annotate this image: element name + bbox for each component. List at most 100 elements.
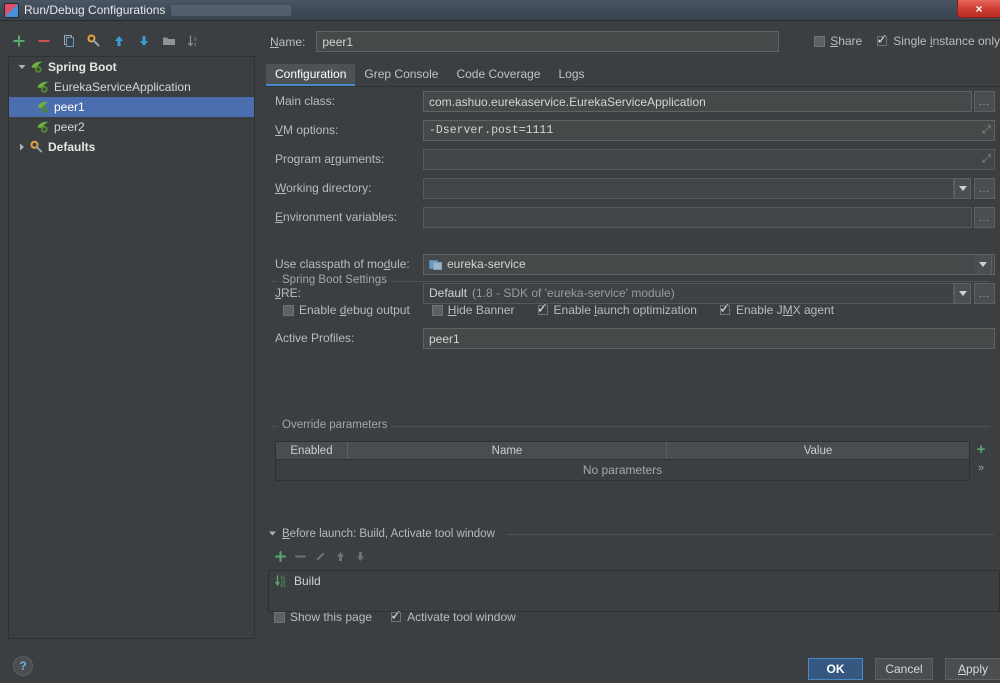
- vm-options-expand-icon[interactable]: ⤢: [982, 124, 994, 136]
- expand-toggle-icon[interactable]: [15, 60, 29, 74]
- checkbox-box: [431, 304, 443, 316]
- spring-boot-checkbox-group: Enable debug output Hide Banner ✓ Enable…: [283, 301, 835, 317]
- add-parameter-button[interactable]: +: [973, 441, 989, 458]
- enable-jmx-agent-checkbox[interactable]: ✓ Enable JMX agent: [719, 301, 835, 317]
- tree-node-peer1[interactable]: peer1: [9, 97, 254, 117]
- move-down-button[interactable]: [133, 31, 155, 51]
- jre-label: JRE:: [275, 286, 302, 300]
- use-classpath-of-module-combobox[interactable]: eureka-service: [423, 254, 995, 275]
- column-header-value[interactable]: Value: [667, 442, 969, 459]
- chevron-down-icon: [979, 262, 987, 267]
- show-this-page-label: Show this page: [290, 610, 373, 624]
- configurations-toolbar: a z: [0, 28, 258, 54]
- column-header-enabled[interactable]: Enabled: [276, 442, 348, 459]
- enable-launch-optimization-checkbox[interactable]: ✓ Enable launch optimization: [537, 301, 697, 317]
- single-instance-only-checkbox[interactable]: ✓ Single instance only: [876, 32, 1000, 48]
- checkbox-box: [814, 35, 826, 47]
- ok-button[interactable]: OK: [808, 658, 863, 680]
- enable-jmx-agent-label: Enable JMX agent: [735, 303, 835, 317]
- program-arguments-row: Program arguments: ⤢: [262, 146, 1000, 175]
- jre-browse-button[interactable]: ...: [974, 283, 995, 304]
- tabs-divider: [262, 86, 1000, 87]
- apply-button[interactable]: Apply: [945, 658, 1000, 680]
- main-class-row: Main class: ...: [262, 88, 1000, 117]
- name-row: Name:: [270, 31, 780, 52]
- name-input[interactable]: [316, 31, 780, 52]
- close-button[interactable]: ×: [957, 0, 1000, 18]
- before-launch-task-list[interactable]: 01 10 01 Build: [268, 570, 1000, 612]
- tab-configuration[interactable]: Configuration: [266, 64, 356, 86]
- tab-logs[interactable]: Logs: [550, 64, 594, 86]
- environment-variables-input[interactable]: [423, 207, 972, 228]
- activate-tool-window-checkbox[interactable]: ✓ Activate tool window: [390, 607, 516, 624]
- tree-node-eurekaserviceapplication[interactable]: EurekaServiceApplication: [9, 77, 254, 97]
- svg-text:z: z: [194, 42, 197, 48]
- environment-variables-row: Environment variables: ...: [262, 204, 1000, 233]
- show-this-page-checkbox[interactable]: Show this page: [274, 610, 372, 624]
- chevron-down-icon: [958, 291, 967, 296]
- environment-variables-label: Environment variables:: [275, 210, 398, 224]
- help-button[interactable]: ?: [13, 656, 33, 676]
- vm-options-row: VM options: ⤢: [262, 117, 1000, 146]
- tree-node-spring-boot[interactable]: Spring Boot: [9, 57, 254, 77]
- working-directory-dropdown-button[interactable]: [954, 178, 971, 199]
- working-directory-browse-button[interactable]: ...: [974, 178, 995, 199]
- program-arguments-input[interactable]: [423, 149, 995, 170]
- hide-banner-checkbox[interactable]: Hide Banner: [431, 303, 515, 317]
- tab-code-coverage[interactable]: Code Coverage: [447, 64, 549, 86]
- add-configuration-button[interactable]: [8, 31, 30, 51]
- jre-dropdown-button[interactable]: [954, 283, 971, 304]
- before-launch-header[interactable]: Before launch: Build, Activate tool wind…: [268, 527, 994, 541]
- check-mark-icon: ✓: [390, 607, 402, 623]
- working-directory-input[interactable]: [423, 178, 954, 199]
- share-checkbox[interactable]: Share: [814, 34, 862, 48]
- main-class-browse-button[interactable]: ...: [974, 91, 995, 112]
- move-task-down-button[interactable]: [354, 550, 367, 566]
- override-parameters-table[interactable]: Enabled Name Value No parameters: [275, 441, 970, 481]
- move-up-button[interactable]: [108, 31, 130, 51]
- checkbox-box: ✓: [719, 301, 731, 316]
- configurations-tree[interactable]: Spring Boot EurekaServiceApplication pee…: [8, 56, 255, 639]
- edit-defaults-button[interactable]: [83, 31, 105, 51]
- use-classpath-of-module-dropdown-button[interactable]: [975, 254, 992, 275]
- environment-variables-browse-button[interactable]: ...: [974, 207, 995, 228]
- enable-debug-output-checkbox[interactable]: Enable debug output: [283, 303, 410, 317]
- use-classpath-of-module-label: Use classpath of module:: [275, 257, 410, 271]
- remove-configuration-button[interactable]: [33, 31, 55, 51]
- before-launch-checkbox-group: Show this page ✓ Activate tool window: [274, 607, 516, 624]
- move-task-up-button[interactable]: [334, 550, 347, 566]
- use-classpath-of-module-value: eureka-service: [447, 257, 526, 271]
- tree-node-defaults[interactable]: Defaults: [9, 137, 254, 157]
- edit-task-button[interactable]: [314, 550, 327, 566]
- title-bar-highlight: [171, 4, 292, 16]
- main-class-input[interactable]: [423, 91, 972, 112]
- working-directory-label: Working directory:: [275, 181, 372, 195]
- vm-options-input[interactable]: [423, 120, 995, 141]
- program-arguments-label: Program arguments:: [275, 152, 385, 166]
- editor-tabs: Configuration Grep Console Code Coverage…: [266, 64, 594, 86]
- remove-task-button[interactable]: [294, 550, 307, 566]
- tree-node-peer2[interactable]: peer2: [9, 117, 254, 137]
- active-profiles-input[interactable]: [423, 328, 995, 349]
- table-header-row: Enabled Name Value: [276, 442, 969, 460]
- task-row-build[interactable]: 01 10 01 Build: [269, 571, 999, 591]
- column-header-name[interactable]: Name: [348, 442, 667, 459]
- collapse-toggle-icon[interactable]: [15, 140, 29, 154]
- jre-combobox[interactable]: Default (1.8 - SDK of 'eureka-service' m…: [423, 283, 954, 304]
- more-parameters-button[interactable]: »: [973, 460, 989, 476]
- tree-node-label: peer2: [54, 120, 85, 134]
- sort-configurations-button[interactable]: a z: [183, 31, 205, 51]
- svg-text:01: 01: [281, 583, 287, 588]
- copy-configuration-button[interactable]: [58, 31, 80, 51]
- main-class-label: Main class:: [275, 94, 336, 108]
- active-profiles-label: Active Profiles:: [275, 331, 355, 345]
- name-label: Name:: [270, 34, 306, 49]
- tab-grep-console[interactable]: Grep Console: [355, 64, 447, 86]
- before-launch-collapse-icon[interactable]: [268, 527, 277, 541]
- program-arguments-expand-icon[interactable]: ⤢: [982, 153, 994, 165]
- configuration-editor-pane: Name: Share ✓ Single instance only Confi…: [262, 26, 1000, 641]
- module-icon: [429, 259, 442, 271]
- cancel-button[interactable]: Cancel: [875, 658, 933, 680]
- add-task-button[interactable]: [274, 550, 287, 566]
- create-folder-button[interactable]: [158, 31, 180, 51]
